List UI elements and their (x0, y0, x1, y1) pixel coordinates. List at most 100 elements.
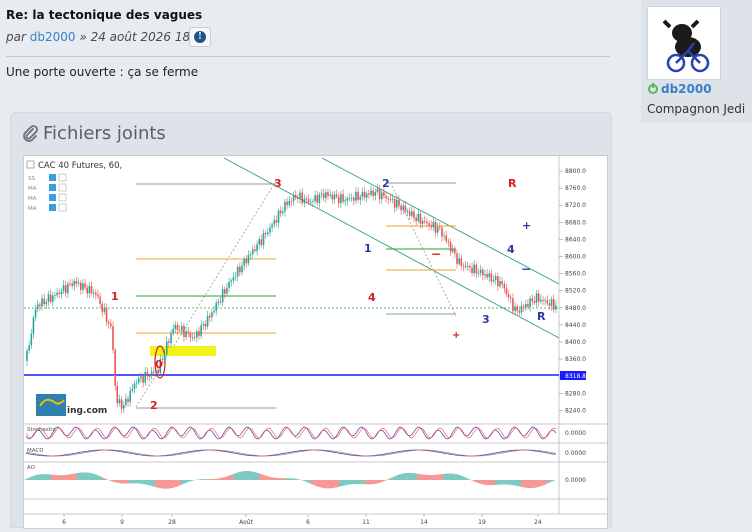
macd-signal-line (25, 449, 557, 457)
candle-body (389, 199, 392, 201)
candle-body (41, 298, 43, 307)
candle-body (516, 306, 518, 311)
by-label: par (6, 30, 26, 44)
online-status-icon (648, 83, 658, 94)
candle-body (294, 195, 297, 198)
attachments-heading: Fichiers joints (21, 123, 166, 144)
candle-body (286, 201, 288, 206)
oscillators: 0.0000 0.0000 0.0000 (25, 426, 586, 489)
profile-username[interactable]: db2000 (661, 82, 712, 96)
candle-body (249, 254, 252, 256)
candle-body (146, 371, 149, 377)
candle-body (95, 292, 97, 295)
candle-body (509, 297, 512, 299)
price-tick-label: 8680.0 (565, 219, 586, 226)
candle-body (215, 303, 217, 311)
time-tick-label: 14 (420, 519, 428, 526)
candle-body (322, 193, 325, 198)
time-tick-label: 19 (478, 519, 486, 526)
candle-body (376, 188, 379, 193)
candle-body (174, 324, 177, 329)
candle-body (125, 398, 127, 406)
candle-body (378, 188, 381, 200)
candle-body (370, 190, 372, 195)
candle-body (82, 283, 84, 290)
price-tick-label: 8280.0 (565, 390, 586, 397)
wave-label: 0 (155, 358, 163, 371)
candle-body (183, 325, 185, 338)
candle-body (380, 192, 383, 200)
candle-body (103, 307, 106, 312)
candle-body (503, 283, 506, 289)
candle-body (355, 191, 357, 201)
candle-body (211, 312, 213, 318)
candle-body (385, 196, 387, 199)
candle-body (226, 287, 228, 294)
candle-body (460, 258, 463, 266)
candle-body (292, 195, 295, 202)
candle-body (230, 280, 233, 282)
candle-body (542, 299, 544, 301)
candle-body (359, 196, 362, 200)
candle-body (337, 196, 340, 204)
candle-body (535, 293, 538, 303)
candle-body (256, 244, 258, 251)
candle-body (236, 266, 239, 277)
time-tick-label: Août (239, 519, 253, 526)
candle-body (449, 242, 452, 252)
candle-body (531, 298, 534, 302)
candle-body (282, 211, 284, 214)
avatar[interactable] (647, 6, 721, 80)
candle-body (507, 294, 510, 298)
candle-body (127, 398, 129, 403)
wave-label: R (537, 310, 546, 323)
chart-attachment-image[interactable]: CAC 40 Futures, 60, SS MA MA MA 1 3 2 1 4 0… (23, 155, 608, 529)
candle-body (297, 197, 299, 199)
candle-body (67, 283, 69, 294)
candle-body (133, 383, 136, 389)
candle-body (514, 306, 516, 312)
candle-body (497, 276, 499, 287)
report-button[interactable]: ! (189, 27, 211, 47)
candle-body (499, 281, 501, 287)
price-tick-label: 8440.0 (565, 322, 586, 329)
price-tick-label: 8640.0 (565, 236, 586, 243)
candle-body (168, 341, 170, 343)
candle-body (307, 199, 310, 203)
candle-body (335, 194, 338, 197)
wave-label: 3 (482, 313, 490, 326)
candle-body (187, 331, 190, 334)
candle-body (200, 325, 202, 336)
wave-label: + (522, 219, 531, 232)
candle-body (79, 282, 82, 290)
price-tick-label: 8400.0 (565, 339, 586, 346)
price-tick-label: 8520.0 (565, 288, 586, 295)
candle-body (398, 199, 400, 206)
candle-body (277, 210, 280, 223)
candle-body (114, 349, 116, 386)
candle-body (501, 281, 503, 284)
candle-body (71, 283, 73, 286)
candle-body (288, 200, 291, 206)
price-tick-label: 8600.0 (565, 254, 586, 261)
time-axis: 6 9 28 Août 6 11 14 19 24 (62, 514, 542, 526)
candle-body (522, 306, 525, 308)
divider (6, 56, 610, 57)
candle-body (486, 274, 488, 278)
candle-body (90, 286, 93, 294)
price-tick-label: 8720.0 (565, 202, 586, 209)
time-tick-label: 11 (362, 519, 370, 526)
candle-body (447, 241, 450, 243)
candle-body (552, 298, 555, 310)
candle-body (492, 279, 495, 282)
candle-body (165, 341, 168, 355)
candle-body (99, 296, 101, 304)
candle-body (224, 289, 226, 294)
candle-body (525, 303, 527, 308)
candle-body (402, 205, 405, 211)
candle-body (546, 300, 549, 304)
post-title[interactable]: Re: la tectonique des vagues (6, 8, 202, 22)
candle-body (34, 309, 37, 318)
candle-body (477, 273, 480, 274)
post-author-link[interactable]: db2000 (30, 30, 76, 44)
